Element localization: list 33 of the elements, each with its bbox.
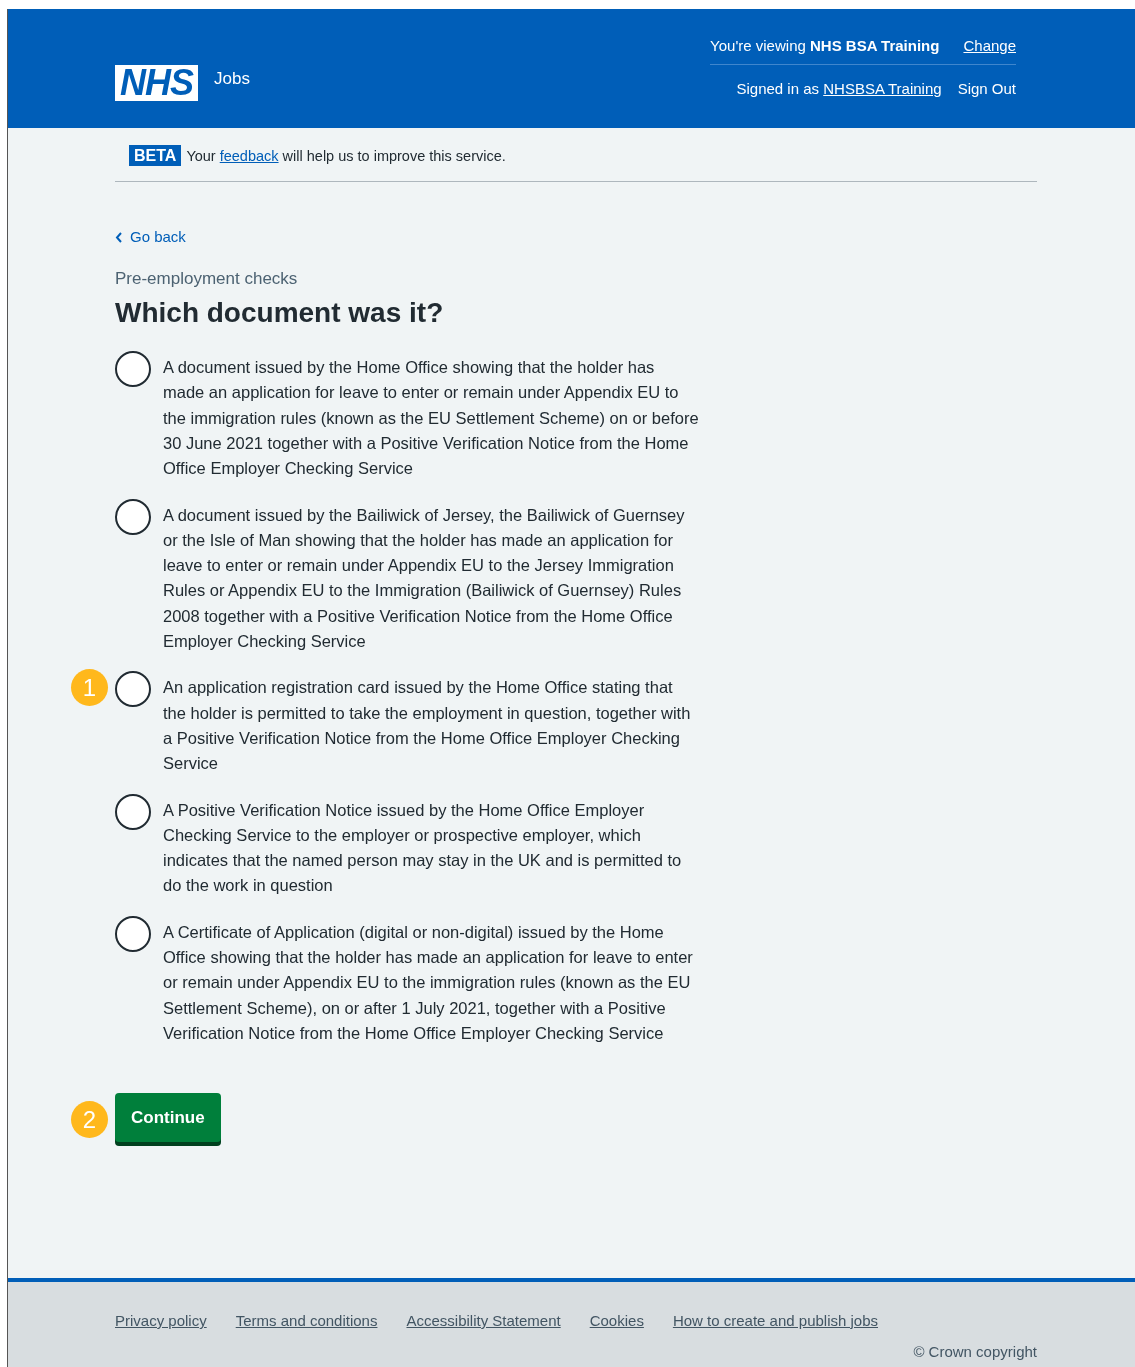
radio-button[interactable] [115,498,151,535]
chevron-left-icon [115,232,122,243]
service-name: Jobs [214,68,250,91]
change-link[interactable]: Change [963,35,1016,64]
option-label[interactable]: An application registration card issued by the Home Office stating that the holder is permitted to take the employment in question, together with a Positive Verification Notice from the Home Office Employer Checking Service [163,671,699,777]
radio-button[interactable] [115,793,151,830]
footer-link[interactable]: Terms and conditions [235,1310,378,1333]
signed-in-text: Signed in as NHSBSA Training [736,79,942,99]
caption: Pre-employment checks [115,268,299,290]
step-number-badge: 1 [71,669,108,707]
copyright-text: © Crown copyright [913,1342,1037,1360]
page-title: Which document was it? [115,295,445,330]
option-label[interactable]: A document issued by the Bailiwick of Jersey, the Bailiwick of Guernsey or the Isle of Man showing that the holder has made an application for leave to enter or remain under Appendix EU to the Jersey Immigration Rules or Appendix EU to the Immigration (Bailiwick of Guernsey) Rules 2008 together with a Positive Verification Notice from the Home Office Employer Checking Service [163,498,699,655]
step-number-badge: 2 [71,1101,108,1139]
footer-link[interactable]: Accessibility Statement [406,1310,561,1333]
nhs-logo[interactable]: NHS [115,65,198,101]
sign-out-link[interactable]: Sign Out [957,78,1016,101]
footer-link[interactable]: Cookies [589,1310,644,1333]
option-label[interactable]: A Positive Verification Notice issued by the Home Office Employer Checking Service to the employer or prospective employer, which indicates that the named person may stay in the UK and is permitted to do the work in question [163,793,699,899]
user-link[interactable]: NHSBSA Training [823,80,942,97]
option-label[interactable]: A document issued by the Home Office showing that the holder has made an application for leave to enter or remain under Appendix EU to the immigration rules (known as the EU Settlement Scheme) on or before 30 June 2021 together with a Positive Verification Notice from the Home Office Employer Checking Service [163,351,699,482]
option-label[interactable]: A Certificate of Application (digital or non-digital) issued by the Home Office showing that the holder has made an application for leave to enter or remain under Appendix EU to the immigration rules (known as the EU Settlement Scheme), on or after 1 July 2021, together with a Positive Verification Notice from the Home Office Employer Checking Service [163,915,699,1047]
radio-button[interactable] [115,915,151,952]
beta-tag: BETA [129,145,182,166]
continue-button[interactable]: Continue [115,1093,221,1143]
feedback-link[interactable]: feedback [219,148,279,164]
viewing-text: You're viewing NHS BSA Training [710,36,940,56]
footer-link[interactable]: Privacy policy [115,1310,207,1333]
radio-button[interactable] [115,671,151,708]
feedback-text: Your feedback will help us to improve this service. [186,148,506,164]
radio-button[interactable] [115,351,151,388]
footer-link[interactable]: How to create and publish jobs [672,1310,878,1333]
back-link[interactable]: Go back [115,226,186,249]
